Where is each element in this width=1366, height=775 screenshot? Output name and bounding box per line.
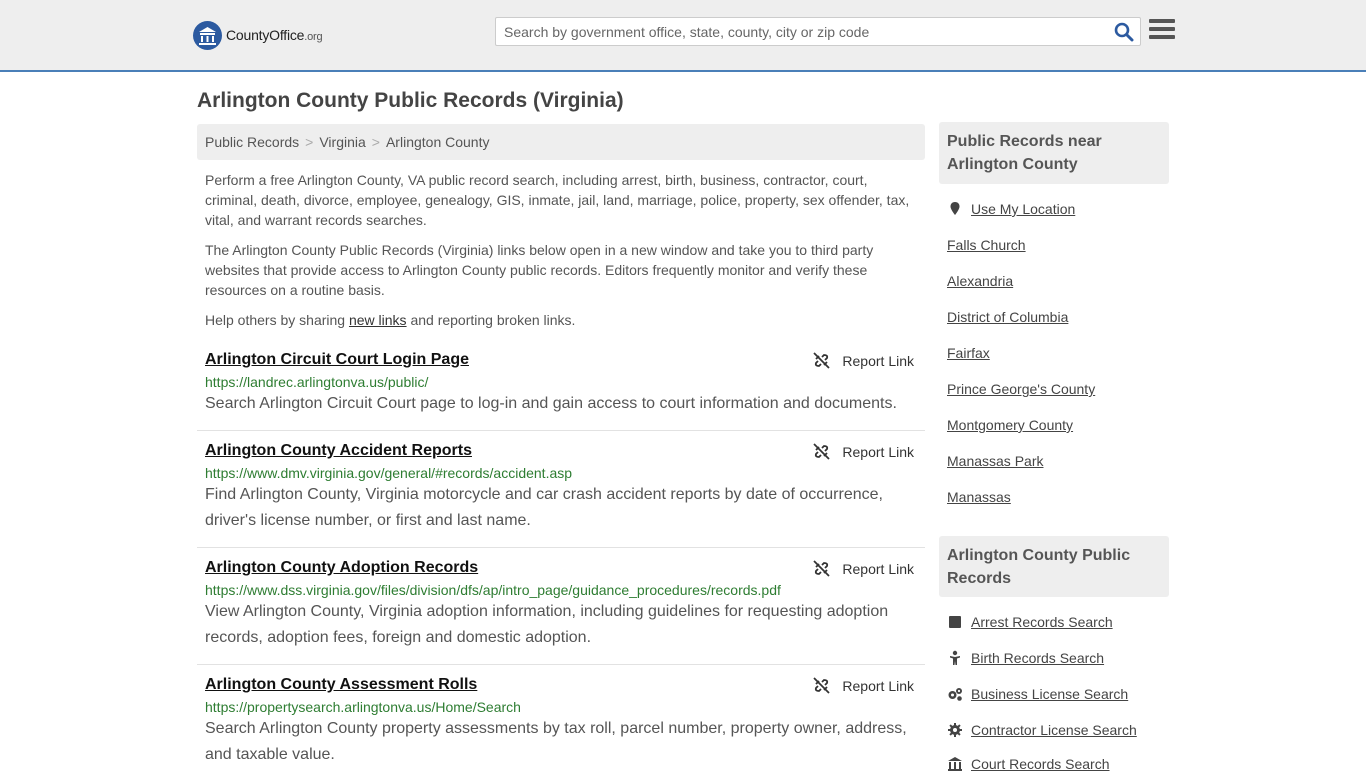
- record-description: Find Arlington County, Virginia motorcyc…: [205, 486, 883, 529]
- broken-link-icon: [813, 443, 831, 460]
- logo[interactable]: CountyOffice.org: [193, 20, 323, 50]
- nearby-link-falls-church[interactable]: Falls Church: [947, 237, 1026, 253]
- nearby-link-prince-georges-county[interactable]: Prince George's County: [947, 381, 1095, 397]
- broken-link-icon: [813, 560, 831, 577]
- logo-suffix: .org: [304, 31, 323, 43]
- report-link-label: Report Link: [842, 443, 914, 460]
- logo-text: CountyOffice: [226, 27, 305, 43]
- breadcrumb-item-public-records[interactable]: Public Records: [205, 134, 299, 150]
- search-box: [495, 17, 1141, 46]
- broken-link-icon: [813, 677, 831, 694]
- courthouse-icon: [947, 756, 963, 772]
- divider: [197, 430, 925, 431]
- report-link-button[interactable]: Report Link: [813, 560, 914, 577]
- breadcrumb-separator: >: [371, 134, 380, 150]
- court-records-search-link[interactable]: Court Records Search: [947, 756, 1110, 772]
- record-url: https://www.dmv.virginia.gov/general/#re…: [205, 465, 573, 481]
- arrest-records-search-link[interactable]: Arrest Records Search: [947, 614, 1113, 630]
- square-icon: [947, 614, 963, 630]
- record-item: Arlington Circuit Court Login Page Repor…: [197, 351, 925, 417]
- report-link-label: Report Link: [842, 352, 914, 369]
- report-link-button[interactable]: Report Link: [813, 677, 914, 694]
- hamburger-menu-icon[interactable]: [1149, 19, 1175, 43]
- divider: [197, 547, 925, 548]
- map-pin-icon: [947, 201, 963, 217]
- use-my-location-link[interactable]: Use My Location: [947, 201, 1075, 217]
- record-description: Search Arlington County property assessm…: [205, 720, 907, 763]
- search-input[interactable]: [496, 18, 1096, 45]
- search-icon[interactable]: [1114, 22, 1134, 42]
- record-title-link[interactable]: Arlington Circuit Court Login Page: [205, 351, 469, 369]
- page-title: Arlington County Public Records (Virgini…: [197, 89, 624, 112]
- breadcrumb: Public Records > Virginia > Arlington County: [197, 124, 925, 160]
- breadcrumb-item-virginia[interactable]: Virginia: [319, 134, 365, 150]
- intro-paragraph-3: Help others by sharing new links and rep…: [205, 312, 576, 328]
- nearby-link-manassas[interactable]: Manassas: [947, 489, 1011, 505]
- nearby-link-montgomery-county[interactable]: Montgomery County: [947, 417, 1073, 433]
- broken-link-icon: [813, 352, 831, 369]
- record-url: https://www.dss.virginia.gov/files/divis…: [205, 582, 781, 598]
- use-my-location-label: Use My Location: [971, 201, 1076, 217]
- record-title-link[interactable]: Arlington County Adoption Records: [205, 559, 478, 577]
- gears-icon: [947, 686, 963, 702]
- report-link-label: Report Link: [842, 560, 914, 577]
- gear-icon: [947, 722, 963, 738]
- report-link-button[interactable]: Report Link: [813, 352, 914, 369]
- nearby-link-alexandria[interactable]: Alexandria: [947, 273, 1013, 289]
- record-item: Arlington County Adoption Records Report…: [197, 559, 925, 651]
- intro-paragraph-1: Perform a free Arlington County, VA publ…: [205, 172, 910, 228]
- top-bar: CountyOffice.org: [0, 0, 1366, 72]
- nearby-link-fairfax[interactable]: Fairfax: [947, 345, 990, 361]
- divider: [197, 664, 925, 665]
- birth-records-search-link[interactable]: Birth Records Search: [947, 650, 1104, 666]
- record-title-link[interactable]: Arlington County Accident Reports: [205, 442, 472, 460]
- sidebar-heading-county-records: Arlington County Public Records: [939, 536, 1169, 597]
- report-link-label: Report Link: [842, 677, 914, 694]
- nearby-link-manassas-park[interactable]: Manassas Park: [947, 453, 1043, 469]
- record-item: Arlington County Accident Reports Report…: [197, 442, 925, 534]
- record-description: View Arlington County, Virginia adoption…: [205, 603, 889, 646]
- new-links-link[interactable]: new links: [349, 312, 407, 328]
- business-license-search-link[interactable]: Business License Search: [947, 686, 1128, 702]
- contractor-license-search-link[interactable]: Contractor License Search: [947, 722, 1137, 738]
- breadcrumb-separator: >: [305, 134, 314, 150]
- sidebar-heading-nearby: Public Records near Arlington County: [939, 122, 1169, 184]
- record-item: Arlington County Assessment Rolls Report…: [197, 676, 925, 768]
- baby-icon: [947, 650, 963, 666]
- record-title-link[interactable]: Arlington County Assessment Rolls: [205, 676, 477, 694]
- breadcrumb-item-arlington-county: Arlington County: [385, 134, 490, 150]
- nearby-link-district-of-columbia[interactable]: District of Columbia: [947, 309, 1068, 325]
- record-url: https://propertysearch.arlingtonva.us/Ho…: [205, 699, 521, 715]
- record-url: https://landrec.arlingtonva.us/public/: [205, 374, 429, 390]
- logo-badge-icon: [193, 20, 222, 50]
- intro-paragraph-2: The Arlington County Public Records (Vir…: [205, 242, 874, 298]
- record-description: Search Arlington Circuit Court page to l…: [205, 395, 897, 412]
- report-link-button[interactable]: Report Link: [813, 443, 914, 460]
